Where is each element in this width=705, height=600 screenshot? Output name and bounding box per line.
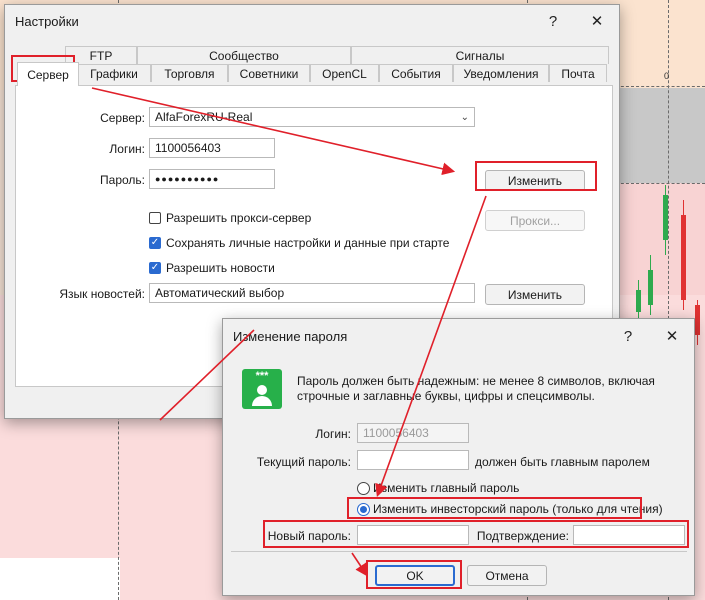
news-checkbox[interactable]: ✓ Разрешить новости bbox=[149, 261, 275, 275]
proxy-checkbox[interactable]: Разрешить прокси-сервер bbox=[149, 211, 311, 225]
radio-main-password[interactable]: Изменить главный пароль bbox=[357, 481, 519, 495]
radio-circle bbox=[357, 481, 370, 495]
tabs-row-top: FTP Сообщество Сигналы bbox=[65, 46, 609, 64]
change-password-title: Изменение пароля bbox=[233, 328, 348, 344]
server-label: Сервер: bbox=[100, 111, 145, 125]
save-personal-checkbox[interactable]: ✓ Сохранять личные настройки и данные пр… bbox=[149, 236, 449, 250]
server-select[interactable]: AlfaForexRU-Real ⌄ bbox=[149, 107, 475, 127]
settings-title: Настройки bbox=[15, 13, 79, 29]
chevron-down-icon: ⌄ bbox=[460, 111, 469, 123]
tab-mail[interactable]: Почта bbox=[549, 64, 607, 82]
close-icon[interactable]: ✕ bbox=[650, 327, 694, 345]
news-lang-field[interactable]: Автоматический выбор bbox=[149, 283, 475, 303]
news-lang-label: Язык новостей: bbox=[59, 287, 145, 301]
tab-charts[interactable]: Графики bbox=[77, 64, 151, 82]
current-password-label: Текущий пароль: bbox=[256, 455, 351, 469]
close-icon[interactable]: ✕ bbox=[575, 12, 619, 30]
tab-notifications[interactable]: Уведомления bbox=[453, 64, 549, 82]
password-info-text: Пароль должен быть надежным: не менее 8 … bbox=[297, 374, 655, 403]
highlight-ok-button bbox=[366, 560, 462, 589]
checkmark-icon: ✓ bbox=[149, 237, 161, 249]
news-change-button[interactable]: Изменить bbox=[485, 284, 585, 305]
tab-server[interactable]: Сервер bbox=[17, 62, 79, 86]
help-icon[interactable]: ? bbox=[606, 328, 650, 345]
user-key-icon: *** bbox=[242, 369, 282, 409]
checkbox-box bbox=[149, 212, 161, 224]
chart-zero-label: 0 bbox=[664, 71, 670, 81]
password-field[interactable]: ●●●●●●●●●● bbox=[149, 169, 275, 189]
chart-white-zone bbox=[0, 558, 120, 600]
checkmark-icon: ✓ bbox=[149, 262, 161, 274]
highlight-investor-radio bbox=[347, 497, 642, 519]
settings-titlebar: Настройки ? ✕ bbox=[5, 5, 619, 37]
tab-experts[interactable]: Советники bbox=[228, 64, 310, 82]
change-password-dialog: Изменение пароля ? ✕ *** Пароль должен б… bbox=[222, 318, 695, 596]
separator bbox=[231, 551, 687, 552]
tab-events[interactable]: События bbox=[379, 64, 453, 82]
candle bbox=[695, 305, 700, 335]
highlight-change-button bbox=[475, 161, 597, 191]
pd-login-field: 1100056403 bbox=[357, 423, 469, 443]
password-label: Пароль: bbox=[100, 173, 145, 187]
help-icon[interactable]: ? bbox=[531, 13, 575, 30]
current-password-hint: должен быть главным паролем bbox=[475, 455, 650, 469]
candle bbox=[648, 270, 653, 305]
tab-community[interactable]: Сообщество bbox=[137, 46, 351, 64]
tabs-row-bottom: Графики Торговля Советники OpenCL Событи… bbox=[77, 64, 607, 82]
proxy-button[interactable]: Прокси... bbox=[485, 210, 585, 231]
candle bbox=[636, 290, 641, 312]
highlight-password-fields bbox=[263, 520, 689, 548]
tab-opencl[interactable]: OpenCL bbox=[310, 64, 379, 82]
current-password-field[interactable] bbox=[357, 450, 469, 470]
tab-signals[interactable]: Сигналы bbox=[351, 46, 609, 64]
radio-main-label: Изменить главный пароль bbox=[373, 481, 520, 495]
tab-trade[interactable]: Торговля bbox=[151, 64, 228, 82]
candle bbox=[681, 215, 686, 300]
server-select-value: AlfaForexRU-Real bbox=[155, 110, 253, 124]
proxy-checkbox-label: Разрешить прокси-сервер bbox=[166, 211, 312, 225]
news-checkbox-label: Разрешить новости bbox=[166, 261, 275, 275]
pd-login-label: Логин: bbox=[315, 427, 351, 441]
candle bbox=[663, 195, 668, 240]
user-key-icon-stars: *** bbox=[255, 370, 269, 382]
save-personal-label: Сохранять личные настройки и данные при … bbox=[166, 236, 450, 250]
login-label: Логин: bbox=[109, 142, 145, 156]
change-password-titlebar: Изменение пароля ? ✕ bbox=[223, 319, 694, 353]
login-field[interactable]: 1100056403 bbox=[149, 138, 275, 158]
cancel-button[interactable]: Отмена bbox=[467, 565, 547, 586]
